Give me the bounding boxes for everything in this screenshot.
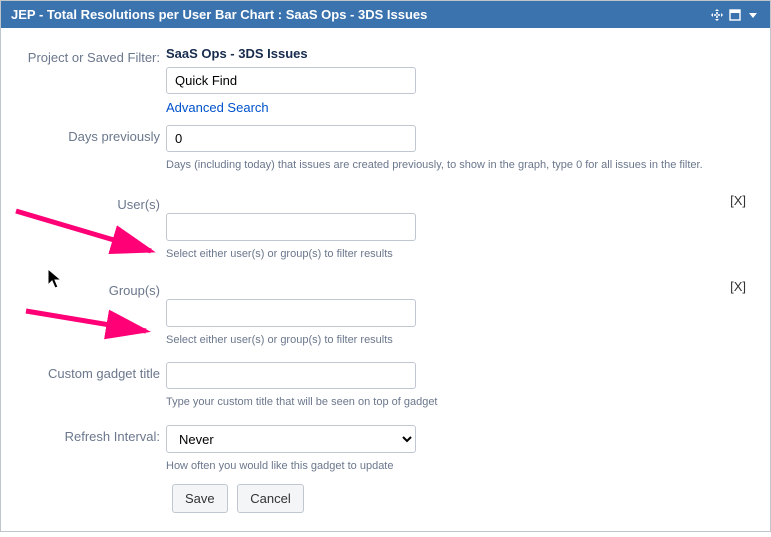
help-groups: Select either user(s) or group(s) to fil… [166, 333, 760, 348]
groups-clear-button[interactable]: [X] [730, 279, 746, 294]
label-users: User(s) [11, 193, 166, 212]
help-refresh: How often you would like this gadget to … [166, 459, 760, 474]
row-users: User(s) [X] Select either user(s) or gro… [11, 193, 760, 262]
help-custom-title: Type your custom title that will be seen… [166, 395, 760, 410]
row-days: Days previously Days (including today) t… [11, 125, 760, 173]
gadget-header: JEP - Total Resolutions per User Bar Cha… [1, 1, 770, 28]
menu-icon[interactable] [746, 9, 760, 21]
header-icons [710, 9, 760, 21]
label-groups: Group(s) [11, 279, 166, 298]
row-custom-title: Custom gadget title Type your custom tit… [11, 362, 760, 410]
row-refresh: Refresh Interval: Never How often you wo… [11, 425, 760, 474]
cancel-button[interactable]: Cancel [237, 484, 303, 513]
quick-find-input[interactable] [166, 67, 416, 94]
label-refresh: Refresh Interval: [11, 425, 166, 444]
buttons-row: Save Cancel [172, 484, 760, 513]
users-clear-button[interactable]: [X] [730, 193, 746, 208]
groups-input[interactable] [166, 299, 416, 327]
label-custom-title: Custom gadget title [11, 362, 166, 381]
label-days: Days previously [11, 125, 166, 144]
refresh-select[interactable]: Never [166, 425, 416, 453]
days-input[interactable] [166, 125, 416, 152]
gadget-title: JEP - Total Resolutions per User Bar Cha… [11, 7, 427, 22]
move-icon[interactable] [710, 9, 724, 21]
maximize-icon[interactable] [728, 9, 742, 21]
row-groups: Group(s) [X] Select either user(s) or gr… [11, 279, 760, 348]
gadget-body: Project or Saved Filter: SaaS Ops - 3DS … [1, 28, 770, 531]
row-filter: Project or Saved Filter: SaaS Ops - 3DS … [11, 46, 760, 115]
save-button[interactable]: Save [172, 484, 228, 513]
help-days: Days (including today) that issues are c… [166, 158, 760, 173]
help-users: Select either user(s) or group(s) to fil… [166, 247, 760, 262]
label-filter: Project or Saved Filter: [11, 46, 166, 65]
users-input[interactable] [166, 213, 416, 241]
custom-title-input[interactable] [166, 362, 416, 389]
advanced-search-link[interactable]: Advanced Search [166, 100, 269, 115]
gadget-container: JEP - Total Resolutions per User Bar Cha… [0, 0, 771, 532]
filter-current-value: SaaS Ops - 3DS Issues [166, 46, 760, 61]
